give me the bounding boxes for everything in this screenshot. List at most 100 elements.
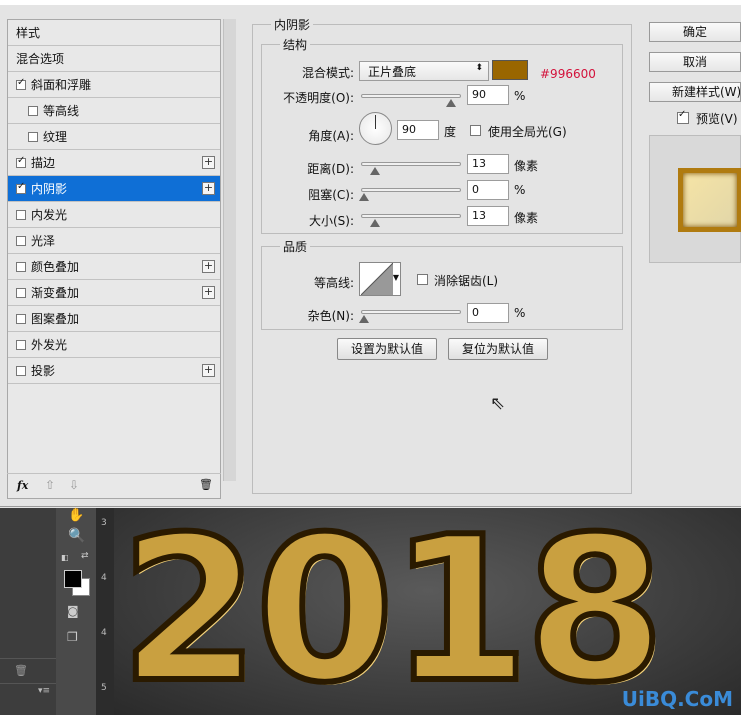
style-item[interactable]: 颜色叠加 + [8,254,220,280]
move-down-icon[interactable]: ⇩ [69,478,79,492]
style-item-checkbox[interactable] [16,155,26,168]
noise-field[interactable]: 0 [467,303,509,323]
preview-checkbox[interactable] [677,109,689,124]
fx-button[interactable]: fx [17,479,28,492]
blend-mode-select[interactable]: 正片叠底 ⬍ [359,61,489,81]
noise-unit: % [514,306,526,320]
style-item-checkbox[interactable] [16,235,26,246]
style-item-checkbox[interactable] [16,261,26,272]
panel-menu-icon[interactable]: ▾≡ [38,686,50,696]
foreground-color[interactable] [64,570,82,588]
color-swatch[interactable] [492,60,528,80]
size-unit: 像素 [514,211,539,225]
style-item-checkbox[interactable] [16,313,26,324]
style-item[interactable]: 混合选项 [8,46,220,72]
move-up-icon[interactable]: ⇧ [45,478,55,492]
add-effect-icon[interactable]: + [202,156,215,169]
style-item-label: 投影 [31,364,56,378]
distance-field[interactable]: 13 [467,154,509,174]
add-effect-icon[interactable]: + [202,182,215,195]
style-item[interactable]: 描边 + [8,150,220,176]
mouse-cursor-icon: ⇖ [490,393,506,414]
choke-slider-thumb[interactable] [359,193,369,201]
style-item[interactable]: 渐变叠加 + [8,280,220,306]
default-colors-icon[interactable]: ◧ [61,553,69,562]
noise-label: 杂色(N): [307,309,354,323]
style-item[interactable]: 光泽 [8,228,220,254]
opacity-field[interactable]: 90 [467,85,509,105]
style-item-label: 斜面和浮雕 [31,78,92,92]
style-item-checkbox[interactable] [16,181,26,194]
style-item[interactable]: 纹理 [8,124,220,150]
quick-mask-icon[interactable]: ◙ [67,604,79,618]
size-slider[interactable] [361,214,461,227]
style-list-scrollbar[interactable] [223,19,236,481]
distance-slider-thumb[interactable] [370,167,380,175]
hand-tool-icon[interactable]: ✋ [68,508,84,523]
style-item[interactable]: 图案叠加 [8,306,220,332]
set-default-button[interactable]: 设置为默认值 [337,338,437,360]
panel-divider [0,658,56,659]
size-slider-thumb[interactable] [370,219,380,227]
contour-picker[interactable]: ▼ [359,262,401,296]
choke-slider[interactable] [359,188,461,201]
add-effect-icon[interactable]: + [202,286,215,299]
anti-alias-label: 消除锯齿(L) [434,274,499,288]
style-item[interactable]: 投影 + [8,358,220,384]
vertical-ruler: 3 4 4 5 [96,508,114,715]
opacity-unit: % [514,89,526,103]
size-field[interactable]: 13 [467,206,509,226]
reset-default-button[interactable]: 复位为默认值 [448,338,548,360]
choke-field[interactable]: 0 [467,180,509,200]
style-item-checkbox[interactable] [28,131,38,142]
anti-alias-checkbox[interactable] [417,274,428,285]
style-item-checkbox[interactable] [16,339,26,350]
blend-mode-label: 混合模式: [301,66,354,80]
opacity-slider[interactable] [361,94,461,107]
canvas-artwork-text: 2018 [117,494,668,715]
add-effect-icon[interactable]: + [202,260,215,273]
opacity-slider-thumb[interactable] [446,99,456,107]
watermark: UiBQ.CoM [621,687,733,711]
angle-field[interactable]: 90 [397,120,439,140]
style-item[interactable]: 内发光 [8,202,220,228]
style-item-checkbox[interactable] [16,287,26,298]
global-light-checkbox[interactable] [470,125,481,136]
noise-slider[interactable] [359,310,461,323]
ok-button[interactable]: 确定 [649,22,741,42]
style-item-label: 混合选项 [16,52,65,66]
new-style-button[interactable]: 新建样式(W)... [649,82,741,102]
style-item-checkbox[interactable] [28,105,38,116]
quality-title: 品质 [280,238,311,255]
style-item[interactable]: 样式 [8,20,220,46]
cancel-button[interactable]: 取消 [649,52,741,72]
trash-icon[interactable]: 🗑 [199,478,213,491]
blend-mode-value: 正片叠底 [368,65,417,79]
swap-colors-icon[interactable]: ⇄ [81,551,89,561]
style-item[interactable]: 斜面和浮雕 [8,72,220,98]
distance-slider[interactable] [361,162,461,175]
noise-slider-thumb[interactable] [359,315,369,323]
add-effect-icon[interactable]: + [202,364,215,377]
trash-icon[interactable]: 🗑 [14,664,28,677]
contour-dropdown-icon[interactable]: ▼ [393,273,399,282]
panel-divider [0,683,56,684]
style-item-checkbox[interactable] [16,365,26,376]
photoshop-workspace: 🗑 ▾≡ ✋ 🔍 ◧ ⇄ ◙ ❐ 3 4 4 5 2018 UiBQ.CoM [0,494,741,715]
style-item[interactable]: 等高线 [8,98,220,124]
style-item-checkbox[interactable] [16,77,26,90]
style-item-label: 纹理 [43,130,68,144]
dialog-top-edge [0,0,741,5]
style-item[interactable]: 内阴影 + [8,176,220,202]
distance-unit: 像素 [514,159,539,173]
screen-mode-icon[interactable]: ❐ [67,630,78,644]
angle-dial[interactable] [359,112,392,145]
angle-dial-needle [375,115,376,129]
opacity-label: 不透明度(O): [283,91,354,105]
style-item[interactable]: 外发光 [8,332,220,358]
global-light-label: 使用全局光(G) [488,125,567,139]
inner-shadow-panel: 内阴影 结构 混合模式: 正片叠底 ⬍ #996600 不透明度(O): 90 … [252,16,632,494]
zoom-tool-icon[interactable]: 🔍 [68,528,85,544]
style-item-checkbox[interactable] [16,209,26,220]
panel-title: 内阴影 [271,16,314,33]
